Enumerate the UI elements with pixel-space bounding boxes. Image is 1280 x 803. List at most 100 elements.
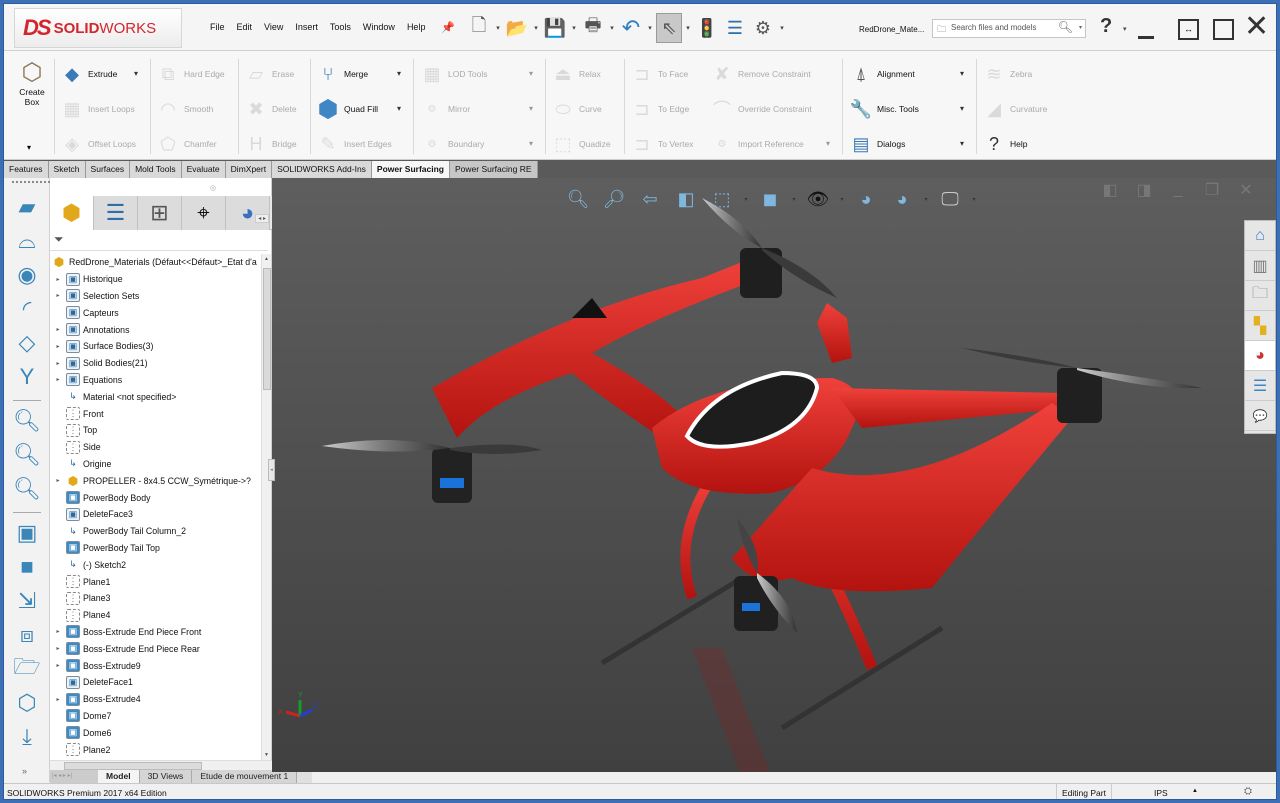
zebra-button[interactable]: ≋ Zebra bbox=[980, 59, 1032, 89]
inspect-section-icon[interactable]: 🔍︎ bbox=[12, 474, 42, 504]
curvature-button[interactable]: ◢ Curvature bbox=[980, 94, 1047, 124]
expand-arrow-icon[interactable]: ▸ bbox=[50, 628, 66, 635]
to-face-button[interactable]: ⊐ To Face bbox=[628, 59, 688, 89]
box-arrow-icon[interactable]: ⧈ bbox=[12, 620, 42, 650]
expand-arrow-icon[interactable]: ▸ bbox=[50, 696, 66, 703]
view-palette-icon[interactable]: ▚ bbox=[1245, 311, 1275, 341]
graphics-area[interactable]: X Y Z 🔍︎ 🔎︎ ⇦ ◧ ⬚ ▾ ◼ ▾ 👁 ▾ ◕ ◕ ▾ 🖵 ▾ ◧ ◨ _ ❐… bbox=[272, 178, 1276, 772]
tree-item[interactable]: ▸ ▣ Boss-Extrude End Piece Rear bbox=[50, 640, 260, 657]
pin-menu-icon[interactable]: 📌 bbox=[441, 21, 455, 34]
to-vertex-button[interactable]: ⊐ To Vertex bbox=[628, 129, 693, 159]
search-box[interactable]: 🗀 Search files and models 🔍︎ ▾ bbox=[932, 19, 1086, 38]
configurationmanager-tab-icon[interactable]: ⊞ bbox=[138, 196, 182, 230]
hide-show-dropdown[interactable]: ▾ bbox=[838, 186, 846, 212]
options-gear-icon[interactable]: ⚙ bbox=[750, 13, 776, 43]
menu-view[interactable]: View bbox=[258, 22, 289, 32]
tree-item[interactable]: ⋮ Side bbox=[50, 439, 260, 456]
maximize-button[interactable] bbox=[1213, 19, 1234, 40]
merge-dropdown[interactable]: ▾ bbox=[397, 69, 401, 78]
tab-power-surfacing[interactable]: Power Surfacing bbox=[371, 161, 450, 178]
rollback-notify-icon[interactable]: ⛭ bbox=[1244, 786, 1252, 797]
design-library-icon[interactable]: ▥ bbox=[1245, 251, 1275, 281]
apply-scene-icon[interactable]: ◕ bbox=[886, 186, 918, 212]
quad-fill-dropdown[interactable]: ▾ bbox=[397, 104, 401, 113]
tree-horizontal-scrollbar[interactable] bbox=[50, 760, 272, 770]
view-orientation-dropdown[interactable]: ▾ bbox=[742, 186, 750, 212]
minimize-button[interactable] bbox=[1138, 36, 1154, 39]
unit-system[interactable]: IPS bbox=[1154, 788, 1168, 798]
inspect-body-icon[interactable]: 🔍︎ bbox=[12, 406, 42, 436]
dialogs-dropdown[interactable]: ▾ bbox=[960, 139, 964, 148]
create-box-button[interactable]: ⬡ Create Box bbox=[14, 57, 50, 108]
expand-arrow-icon[interactable]: ▸ bbox=[50, 645, 66, 652]
orientation-triad[interactable]: X Y Z bbox=[278, 692, 319, 718]
export-box-icon[interactable]: ⇲ bbox=[12, 586, 42, 616]
inspect-mesh-icon[interactable]: 🔍︎ bbox=[12, 440, 42, 470]
expand-arrow-icon[interactable]: ▸ bbox=[50, 477, 66, 484]
solid-box-icon[interactable]: ■ bbox=[12, 552, 42, 582]
select-pointer-icon[interactable]: ⇖ bbox=[656, 13, 682, 43]
override-constraint-button[interactable]: ⌒ Override Constraint bbox=[708, 94, 812, 124]
pipe-bend-icon[interactable]: ◜ bbox=[12, 294, 42, 324]
dock-left-icon[interactable]: ◧ bbox=[1098, 178, 1122, 202]
to-edge-button[interactable]: ⊐ To Edge bbox=[628, 94, 689, 124]
tree-root[interactable]: ⬢ RedDrone_Materials (Défaut<<Défaut>_Et… bbox=[50, 254, 260, 271]
save-dropdown[interactable]: ▾ bbox=[570, 24, 578, 32]
unit-system-dropdown[interactable]: ▲ bbox=[1192, 788, 1198, 794]
new-surface-folder-icon[interactable]: 🗁 bbox=[12, 654, 42, 684]
relax-button[interactable]: ⏏ Relax bbox=[549, 59, 600, 89]
help-dropdown[interactable]: ▾ bbox=[1123, 25, 1127, 33]
tree-item[interactable]: ▣ DeleteFace1 bbox=[50, 674, 260, 691]
open-dropdown[interactable]: ▾ bbox=[532, 24, 540, 32]
boundary-dropdown[interactable]: ▾ bbox=[529, 139, 533, 148]
wavy-box-icon[interactable]: ▣ bbox=[12, 518, 42, 548]
misc-tools-button[interactable]: 🔧 Misc. Tools bbox=[847, 94, 919, 124]
custom-properties-icon[interactable]: ☰ bbox=[1245, 371, 1275, 401]
tab-power-surfacing-re[interactable]: Power Surfacing RE bbox=[450, 161, 538, 178]
alignment-dropdown[interactable]: ▾ bbox=[960, 69, 964, 78]
create-box-dropdown[interactable]: ▾ bbox=[27, 143, 31, 152]
tab-navigation-arrows[interactable]: |◂ ◂ ▸ ▸| bbox=[50, 770, 98, 783]
help-icon[interactable]: ? bbox=[1100, 15, 1112, 38]
file-explorer-folder-icon[interactable]: 🗀 bbox=[1245, 281, 1275, 311]
expand-arrow-icon[interactable]: ▸ bbox=[50, 326, 66, 333]
alignment-button[interactable]: ⍋ Alignment bbox=[847, 59, 915, 89]
dialogs-button[interactable]: ▤ Dialogs bbox=[847, 129, 905, 159]
help-button[interactable]: ? Help bbox=[980, 129, 1028, 159]
open-icon[interactable]: 📂 bbox=[504, 13, 530, 43]
propertymanager-tab-icon[interactable]: ☰ bbox=[94, 196, 138, 230]
display-style-dropdown[interactable]: ▾ bbox=[790, 186, 798, 212]
chamfer-button[interactable]: ⬠ Chamfer bbox=[154, 129, 216, 159]
lod-tools-button[interactable]: ▦ LOD Tools bbox=[418, 59, 487, 89]
tree-item[interactable]: ⋮ Front bbox=[50, 405, 260, 422]
tab-sketch[interactable]: Sketch bbox=[48, 161, 86, 178]
tab-dimxpert[interactable]: DimXpert bbox=[225, 161, 273, 178]
tree-item[interactable]: ↳ PowerBody Tail Column_2 bbox=[50, 523, 260, 540]
close-button[interactable]: ✕ bbox=[1244, 12, 1269, 42]
menu-edit[interactable]: Edit bbox=[231, 22, 259, 32]
apply-scene-dropdown[interactable]: ▾ bbox=[922, 186, 930, 212]
menu-help[interactable]: Help bbox=[401, 22, 432, 32]
tab-surfaces[interactable]: Surfaces bbox=[85, 161, 131, 178]
curve-button[interactable]: ⬭ Curve bbox=[549, 94, 601, 124]
tree-item[interactable]: ▸ ▣ Boss-Extrude4 bbox=[50, 691, 260, 708]
new-document-icon[interactable]: 🗋 bbox=[466, 13, 492, 43]
scroll-down-arrow[interactable]: ▼ bbox=[264, 752, 269, 758]
offset-loops-button[interactable]: ◈ Offset Loops bbox=[58, 129, 136, 159]
freeform-surface-icon[interactable]: ◇ bbox=[12, 328, 42, 358]
insert-edges-button[interactable]: ✎ Insert Edges bbox=[314, 129, 391, 159]
merge-button[interactable]: ⑂ Merge bbox=[314, 59, 369, 89]
drone-model[interactable]: X Y Z bbox=[272, 178, 1276, 772]
zoom-to-area-icon[interactable]: 🔎︎ bbox=[598, 186, 630, 212]
mirror-dropdown[interactable]: ▾ bbox=[529, 104, 533, 113]
expand-arrow-icon[interactable]: ▸ bbox=[50, 376, 66, 383]
tree-item[interactable]: ↳ Material <not specified> bbox=[50, 388, 260, 405]
tree-item[interactable]: ▣ PowerBody Tail Top bbox=[50, 540, 260, 557]
tab-evaluate[interactable]: Evaluate bbox=[181, 161, 226, 178]
file-properties-icon[interactable]: ☰ bbox=[722, 13, 748, 43]
tree-item[interactable]: ⋮ Plane4 bbox=[50, 607, 260, 624]
display-style-icon[interactable]: ◼ bbox=[754, 186, 786, 212]
view-settings-dropdown[interactable]: ▾ bbox=[970, 186, 978, 212]
menu-window[interactable]: Window bbox=[357, 22, 401, 32]
manager-tab-scroll-arrows[interactable]: ◂ ▸ bbox=[255, 214, 269, 223]
